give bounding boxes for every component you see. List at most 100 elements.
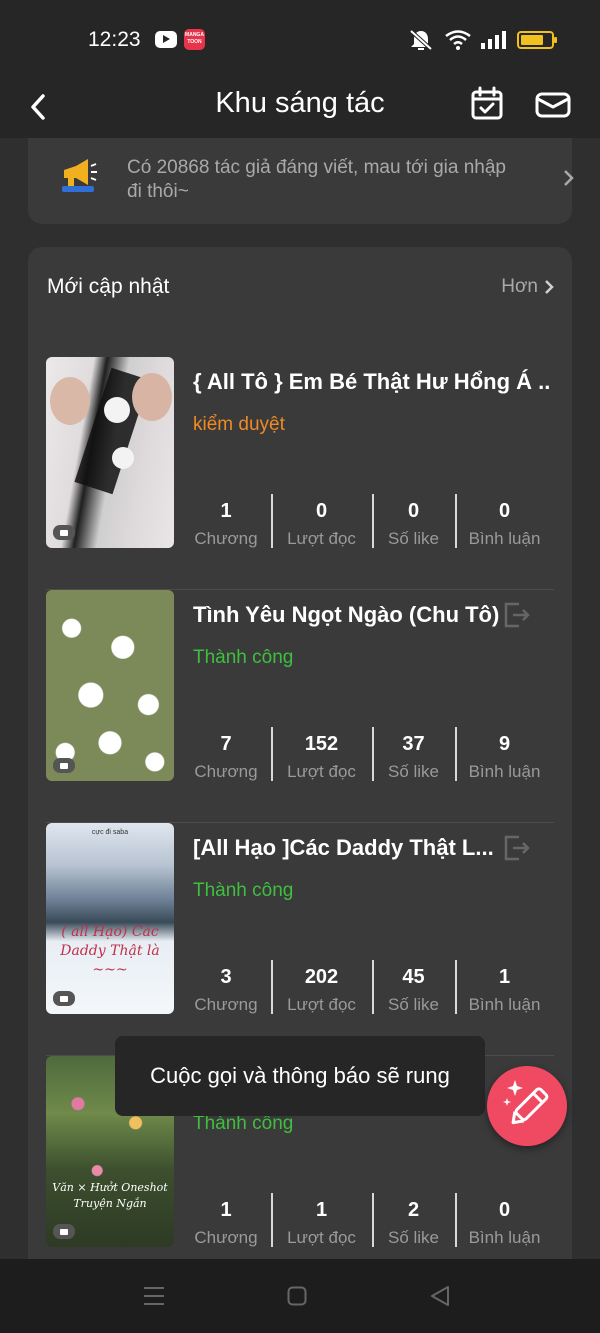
stat-label: Chương [194, 762, 258, 781]
stat-value: 7 [220, 733, 232, 755]
more-link[interactable]: Hơn [501, 276, 554, 298]
story-title: Tình Yêu Ngọt Ngào (Chu Tô) [193, 602, 500, 627]
stat-value: 0 [315, 500, 328, 522]
stat-value: 37 [402, 733, 425, 755]
story-stats: 1 Chương 1 Lượt đọc 2 Số like 0 Bình luậ… [181, 1193, 554, 1247]
system-nav-bar [0, 1259, 600, 1333]
stat-chapters: 7 Chương [181, 727, 271, 781]
stat-reads: 152 Lượt đọc [271, 727, 372, 781]
cover-top-text: cực đi saba [91, 829, 129, 836]
comment-badge-icon [53, 758, 75, 773]
stat-value: 9 [498, 733, 511, 755]
stat-likes: 2 Số like [372, 1193, 455, 1247]
stat-label: Chương [194, 995, 258, 1014]
manga-toon-icon: MANGA TOON [184, 29, 205, 50]
stat-value: 2 [407, 1199, 420, 1221]
magic-pen-icon [503, 1080, 549, 1125]
stat-label: Bình luận [468, 995, 541, 1014]
comment-badge-icon [53, 525, 75, 540]
stat-label: Lượt đọc [287, 529, 356, 548]
story-cover-image[interactable] [46, 590, 174, 781]
stat-likes: 37 Số like [372, 727, 455, 781]
stat-comments: 1 Bình luận [455, 960, 554, 1014]
cover-text: ( all Hạo) Các Daddy Thật là ~~~ [60, 924, 160, 978]
story-cover-image[interactable]: cực đi saba ( all Hạo) Các Daddy Thật là… [46, 823, 174, 1014]
stat-value: 3 [220, 966, 232, 988]
section-title: Mới cập nhật [47, 275, 170, 298]
stat-chapters: 1 Chương [181, 1193, 271, 1247]
stat-label: Lượt đọc [287, 1228, 356, 1247]
back-nav-button[interactable] [430, 1285, 450, 1307]
stat-value: 45 [402, 966, 425, 988]
stat-value: 0 [498, 500, 511, 522]
stat-label: Số like [387, 1228, 440, 1247]
stat-value: 1 [220, 500, 232, 522]
stat-label: Lượt đọc [287, 995, 356, 1014]
stat-value: 1 [220, 1199, 232, 1221]
stat-label: Chương [194, 529, 258, 548]
stat-likes: 0 Số like [372, 494, 455, 548]
stat-label: Bình luận [468, 1228, 541, 1247]
youtube-icon [155, 31, 177, 48]
stat-value: 1 [315, 1199, 328, 1221]
story-item[interactable]: Tình Yêu Ngọt Ngào (Chu Tô) Thành công 7… [46, 590, 554, 823]
story-status: kiểm duyệt [193, 414, 285, 435]
comment-badge-icon [53, 1224, 75, 1239]
author-count-banner[interactable]: Có 20868 tác giả đáng viết, mau tới gia … [28, 138, 574, 224]
battery-icon [517, 31, 557, 49]
story-stats: 1 Chương 0 Lượt đọc 0 Số like 0 Bình luậ… [181, 494, 554, 548]
comment-badge-icon [53, 991, 75, 1006]
stat-label: Chương [194, 1228, 258, 1247]
exit-icon[interactable] [501, 833, 531, 863]
stat-label: Bình luận [468, 529, 541, 548]
mute-vibrate-icon [409, 29, 433, 51]
more-label: Hơn [501, 276, 538, 297]
status-time: 12:23 [88, 28, 141, 51]
story-item[interactable]: cực đi saba ( all Hạo) Các Daddy Thật là… [46, 823, 554, 1056]
story-item[interactable]: { All Tô } Em Bé Thật Hư Hổng Á ... kiểm… [46, 357, 554, 590]
mail-button[interactable] [535, 86, 571, 122]
stat-chapters: 1 Chương [181, 494, 271, 548]
stat-label: Số like [387, 529, 440, 548]
story-title: { All Tô } Em Bé Thật Hư Hổng Á ... [193, 369, 549, 394]
stat-value: 1 [498, 966, 511, 988]
exit-icon[interactable] [501, 600, 531, 630]
stat-value: 202 [304, 966, 339, 988]
page-title: Khu sáng tác [215, 87, 385, 119]
recents-button[interactable] [143, 1286, 165, 1306]
stat-comments: 0 Bình luận [455, 494, 554, 548]
stat-value: 0 [498, 1199, 511, 1221]
status-bar: 12:23 MANGA TOON [0, 0, 600, 78]
stat-reads: 0 Lượt đọc [271, 494, 372, 548]
stat-comments: 0 Bình luận [455, 1193, 554, 1247]
stat-comments: 9 Bình luận [455, 727, 554, 781]
cover-text: Văn × Hưởt Oneshot Truyện Ngắn [52, 1181, 168, 1210]
story-title: [All Hạo ]Các Daddy Thật L... [193, 835, 494, 860]
story-stats: 7 Chương 152 Lượt đọc 37 Số like 9 Bình … [181, 727, 554, 781]
story-status: Thành công [193, 880, 294, 901]
stat-value: 0 [407, 500, 420, 522]
stat-chapters: 3 Chương [181, 960, 271, 1014]
home-button[interactable] [287, 1286, 307, 1306]
story-status: Thành công [193, 647, 294, 668]
story-cover-image[interactable] [46, 357, 174, 548]
signal-icon [481, 31, 506, 49]
megaphone-icon [62, 159, 97, 192]
header: Khu sáng tác [0, 78, 600, 138]
stat-label: Số like [387, 995, 440, 1014]
create-story-button[interactable] [487, 1066, 567, 1146]
story-stats: 3 Chương 202 Lượt đọc 45 Số like 1 Bình … [181, 960, 554, 1014]
stat-label: Số like [387, 762, 440, 781]
stat-label: Lượt đọc [287, 762, 356, 781]
story-status: Thành công [193, 1113, 294, 1134]
announcement-text: Có 20868 tác giả đáng viết, mau tới gia … [127, 157, 506, 202]
vibrate-toast: Cuộc gọi và thông báo sẽ rung [115, 1036, 485, 1116]
stat-label: Bình luận [468, 762, 541, 781]
stat-reads: 202 Lượt đọc [271, 960, 372, 1014]
stat-likes: 45 Số like [372, 960, 455, 1014]
stat-value: 152 [304, 733, 339, 755]
chevron-right-icon [564, 170, 574, 186]
calendar-check-button[interactable] [470, 86, 504, 122]
wifi-icon [445, 30, 471, 50]
stat-reads: 1 Lượt đọc [271, 1193, 372, 1247]
